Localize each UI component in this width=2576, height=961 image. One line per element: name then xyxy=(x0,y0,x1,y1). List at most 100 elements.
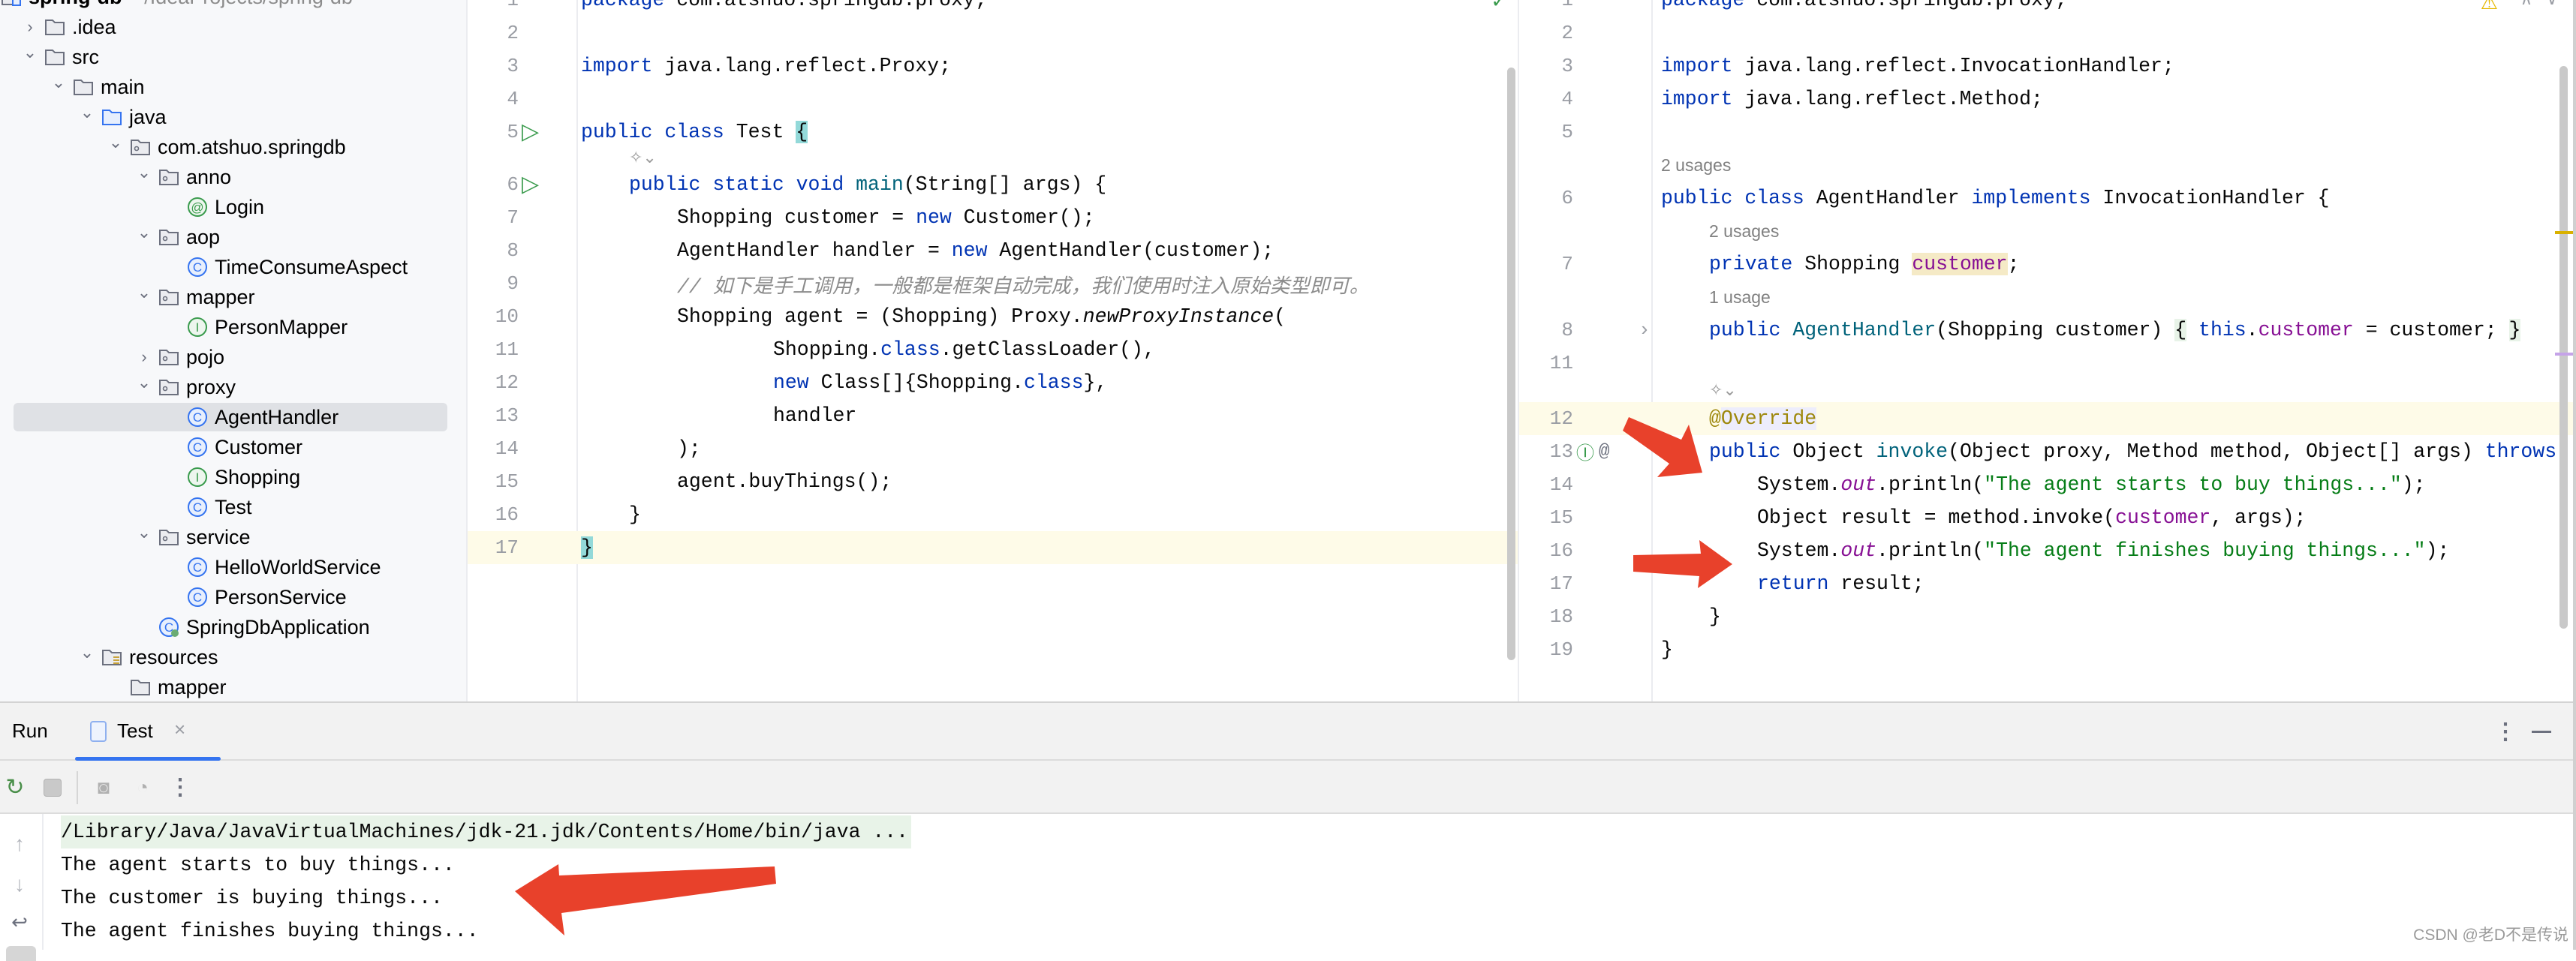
usages-hint[interactable]: 2 usages xyxy=(1519,215,2573,248)
code-line[interactable]: 16 System. out .println("The agent finishes… xyxy=(1519,534,2573,567)
tree-item[interactable]: C TimeConsumeAspect xyxy=(0,252,466,282)
usages-hint[interactable]: 2 usages xyxy=(1519,149,2573,182)
chevron-down-icon[interactable]: ⌄ xyxy=(17,38,44,68)
chevron-down-icon[interactable]: ⌄ xyxy=(102,128,129,158)
previous-highlight-icon[interactable]: ∧ xyxy=(2520,0,2532,9)
implements-method-icon[interactable]: Ⓘ xyxy=(1576,438,1594,465)
tree-item[interactable]: ⌄ service xyxy=(0,522,466,552)
code-line[interactable]: 14); xyxy=(468,432,1518,465)
profiler-icon[interactable]: ◔ xyxy=(128,771,158,803)
scroll-to-end-icon[interactable] xyxy=(6,946,36,961)
usages-hint-text[interactable]: 2 usages xyxy=(1709,221,1779,242)
code-line[interactable]: 18} xyxy=(1519,600,2573,633)
next-highlight-icon[interactable]: ∨ xyxy=(2546,0,2558,9)
code-line[interactable]: 12 new Class[]{Shopping. class}, xyxy=(468,366,1518,399)
code-line[interactable]: 15 agent.buyThings(); xyxy=(468,465,1518,498)
tree-item[interactable]: › .idea xyxy=(0,12,466,42)
editor-test-java[interactable]: 1 package com.atshuo.springdb.proxy; 2 3 imp… xyxy=(468,0,1519,701)
code-lines[interactable]: 1 package com.atshuo.springdb.proxy; 2 3 imp… xyxy=(1519,0,2573,666)
code-line[interactable]: 16} xyxy=(468,498,1518,531)
tree-item[interactable]: C HelloWorldService xyxy=(0,552,466,582)
usages-hint[interactable]: 1 usage xyxy=(1519,281,2573,314)
tree-item[interactable]: ⌄ com.atshuo.springdb xyxy=(0,132,466,162)
code-line[interactable]: 9 // 如下是手工调用，一般都是框架自动完成，我们使用时注入原始类型即可。 xyxy=(468,267,1518,300)
code-line[interactable]: 1 package com.atshuo.springdb.proxy; xyxy=(468,0,1518,17)
warning-icon[interactable]: ⚠ xyxy=(2481,0,2498,14)
minimize-icon[interactable] xyxy=(2532,731,2551,733)
tree-item[interactable]: ⌄ resources xyxy=(0,642,466,672)
tree-item[interactable]: C Customer xyxy=(0,432,466,462)
editor-agenthandler-java[interactable]: 1 package com.atshuo.springdb.proxy; 2 3 imp… xyxy=(1519,0,2573,701)
code-line[interactable]: 11 xyxy=(1519,347,2573,380)
scroll-down-icon[interactable]: ↓ xyxy=(6,869,33,899)
annotation-icon[interactable]: @ xyxy=(1599,442,1609,462)
tree-item[interactable]: I PersonMapper xyxy=(0,312,466,342)
code-line[interactable]: 3 import java.lang.reflect.InvocationHand… xyxy=(1519,50,2573,83)
code-lines[interactable]: 1 package com.atshuo.springdb.proxy; 2 3 imp… xyxy=(468,0,1518,564)
run-icon[interactable]: ▷ xyxy=(522,171,539,199)
tree-item[interactable]: ⌄ anno xyxy=(0,162,466,192)
tree-item[interactable]: mapper xyxy=(0,672,466,701)
tree-item[interactable]: ⌄ aop xyxy=(0,222,466,252)
chevron-down-icon[interactable]: ⌄ xyxy=(131,158,158,188)
chevron-down-icon[interactable]: ⌄ xyxy=(74,98,101,128)
code-line[interactable]: 4 import java.lang.reflect.Method; xyxy=(1519,83,2573,116)
more-options-icon[interactable]: ⋮ xyxy=(2492,716,2519,746)
rerun-icon[interactable]: ↻ xyxy=(0,771,30,803)
vertical-scrollbar[interactable] xyxy=(1507,68,1515,660)
soft-wrap-icon[interactable]: ↩ xyxy=(6,907,33,937)
tree-item[interactable]: C PersonService xyxy=(0,582,466,612)
tree-item[interactable]: ⌄ java xyxy=(0,102,466,132)
code-line[interactable]: 5 xyxy=(1519,116,2573,149)
chevron-down-icon[interactable]: ⌄ xyxy=(45,68,72,98)
code-line[interactable]: 6 public class AgentHandler implements In… xyxy=(1519,182,2573,215)
tab-test[interactable]: Test × xyxy=(75,703,221,761)
code-line[interactable]: 17 return result; xyxy=(1519,567,2573,600)
code-line[interactable]: 3 import java.lang.reflect.Proxy; xyxy=(468,50,1518,83)
code-line[interactable]: 17} xyxy=(468,531,1518,564)
code-line[interactable]: 7 private Shopping customer; xyxy=(1519,248,2573,281)
chevron-down-icon[interactable]: ⌄ xyxy=(131,278,158,308)
code-line[interactable]: 13 handler xyxy=(468,399,1518,432)
tree-item[interactable]: ⌄ mapper xyxy=(0,282,466,312)
code-line[interactable]: 13 Ⓘ @ public Object invoke (Object proxy, M… xyxy=(1519,435,2573,468)
tree-item[interactable]: C Test xyxy=(0,492,466,522)
close-tab-icon[interactable]: × xyxy=(174,718,185,741)
code-line[interactable]: 8 AgentHandler handler = new AgentHandler… xyxy=(468,234,1518,267)
code-line[interactable]: 15 Object result = method.invoke(customer… xyxy=(1519,501,2573,534)
tree-item[interactable]: › pojo xyxy=(0,342,466,372)
tree-item[interactable]: spring-db ~/IdeaProjects/spring-db xyxy=(0,0,466,12)
usages-hint-text[interactable]: 1 usage xyxy=(1709,287,1771,308)
run-icon[interactable]: ▷ xyxy=(522,119,539,146)
code-line[interactable]: 5 ▷ public class Test { xyxy=(468,116,1518,149)
usages-hint-text[interactable]: 2 usages xyxy=(1661,155,1731,176)
toolbar-more-icon[interactable]: ⋮ xyxy=(167,771,194,803)
camera-icon[interactable]: ◙ xyxy=(89,771,119,803)
code-line[interactable]: 10 Shopping agent = (Shopping) Proxy. newP… xyxy=(468,300,1518,333)
fold-icon[interactable]: › xyxy=(1639,319,1651,341)
tree-item[interactable]: C SpringDbApplication xyxy=(0,612,466,642)
tree-item[interactable]: ⌄ main xyxy=(0,72,466,102)
chevron-down-icon[interactable]: ⌄ xyxy=(131,368,158,398)
code-line[interactable]: 14 System. out .println("The agent starts t… xyxy=(1519,468,2573,501)
chevron-down-icon[interactable]: ⌄ xyxy=(131,218,158,248)
code-line[interactable]: 11 Shopping. class .getClassLoader(), xyxy=(468,333,1518,366)
code-line[interactable]: 12 @ Override xyxy=(1519,402,2573,435)
scroll-up-icon[interactable]: ↑ xyxy=(6,829,33,859)
code-line[interactable]: 6 ▷ public static void main (String[] args)… xyxy=(468,168,1518,201)
ai-assistant-icon[interactable]: ✧⌄ xyxy=(629,149,657,168)
ai-assistant-icon[interactable]: ✧⌄ xyxy=(1709,381,1737,401)
chevron-down-icon[interactable]: ⌄ xyxy=(131,518,158,548)
code-line[interactable]: 2 xyxy=(1519,17,2573,50)
console-output[interactable]: ↑ ↓ ↩ /Library/Java/JavaVirtualMachines/… xyxy=(0,814,2573,961)
tree-item[interactable]: ⌄ proxy xyxy=(0,372,466,402)
warning-marker[interactable] xyxy=(2555,231,2573,234)
chevron-down-icon[interactable]: ⌄ xyxy=(74,638,101,668)
tree-item[interactable]: C AgentHandler xyxy=(0,402,466,432)
code-line[interactable]: 8 › public AgentHandler (Shopping customer)… xyxy=(1519,314,2573,347)
code-line[interactable]: 7 Shopping customer = new Customer(); xyxy=(468,201,1518,234)
stop-icon[interactable] xyxy=(44,779,62,797)
tree-item[interactable]: I Shopping xyxy=(0,462,466,492)
code-line[interactable]: 2 xyxy=(468,17,1518,50)
code-line[interactable]: 19} xyxy=(1519,633,2573,666)
